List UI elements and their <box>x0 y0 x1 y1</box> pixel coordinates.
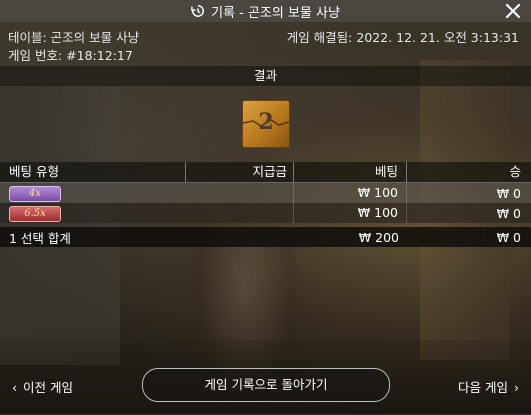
back-to-history-button[interactable]: 게임 기록으로 돌아가기 <box>142 368 390 402</box>
prev-game-button[interactable]: ‹ 이전 게임 <box>12 377 73 396</box>
next-game-label: 다음 게임 <box>458 380 508 395</box>
history-icon <box>191 5 204 17</box>
bet-chip-6-5x: 6.5x <box>9 206 61 222</box>
bet-type-cell: 6.5x <box>0 204 186 222</box>
prev-game-label: 이전 게임 <box>23 380 73 395</box>
bets-header-row: 베팅 유형 지급금 베팅 승 <box>0 162 531 183</box>
col-payout: 지급금 <box>186 162 294 182</box>
win-cell: ₩ 0 <box>496 205 521 221</box>
col-bet: 베팅 <box>294 162 407 182</box>
total-bet: ₩ 200 <box>358 229 399 245</box>
total-win: ₩ 0 <box>496 229 521 245</box>
total-label: 1 선택 합계 <box>9 230 71 246</box>
payout-cell <box>186 203 294 223</box>
table-row: 4x ₩ 100 ₩ 0 <box>0 183 531 203</box>
next-game-button[interactable]: 다음 게임 › <box>458 377 519 396</box>
window-title: 기록 - 곤조의 보물 사냥 <box>211 5 340 21</box>
payout-cell <box>186 183 294 203</box>
footer-nav: ‹ 이전 게임 게임 기록으로 돌아가기 다음 게임 › <box>0 368 531 402</box>
close-icon[interactable] <box>503 1 523 21</box>
result-header: 결과 <box>0 66 531 86</box>
chevron-right-icon: › <box>514 380 519 395</box>
total-row: 1 선택 합계 ₩ 200 ₩ 0 <box>0 227 531 247</box>
col-bet-type: 베팅 유형 <box>0 162 186 182</box>
col-win: 승 <box>509 164 521 179</box>
chevron-left-icon: ‹ <box>12 380 17 395</box>
window-titlebar: 기록 - 곤조의 보물 사냥 <box>0 0 531 22</box>
table-name: 테이블: 곤조의 보물 사냥 <box>8 30 140 45</box>
table-row: 6.5x ₩ 100 ₩ 0 <box>0 203 531 223</box>
result-tile: 2 <box>242 100 290 148</box>
bet-cell: ₩ 100 <box>294 183 407 203</box>
bet-cell: ₩ 100 <box>294 203 407 223</box>
win-cell: ₩ 0 <box>496 185 521 201</box>
round-id: 게임 번호: #18:12:17 <box>8 48 133 63</box>
bet-chip-4x: 4x <box>9 186 61 202</box>
result-tile-value: 2 <box>258 109 274 135</box>
bet-type-cell: 4x <box>0 184 186 202</box>
bets-table: 베팅 유형 지급금 베팅 승 4x ₩ 100 ₩ 0 6.5x ₩ 100 ₩… <box>0 162 531 247</box>
settled-time: 게임 해결됨: 2022. 12. 21. 오전 3:13:31 <box>286 30 519 45</box>
